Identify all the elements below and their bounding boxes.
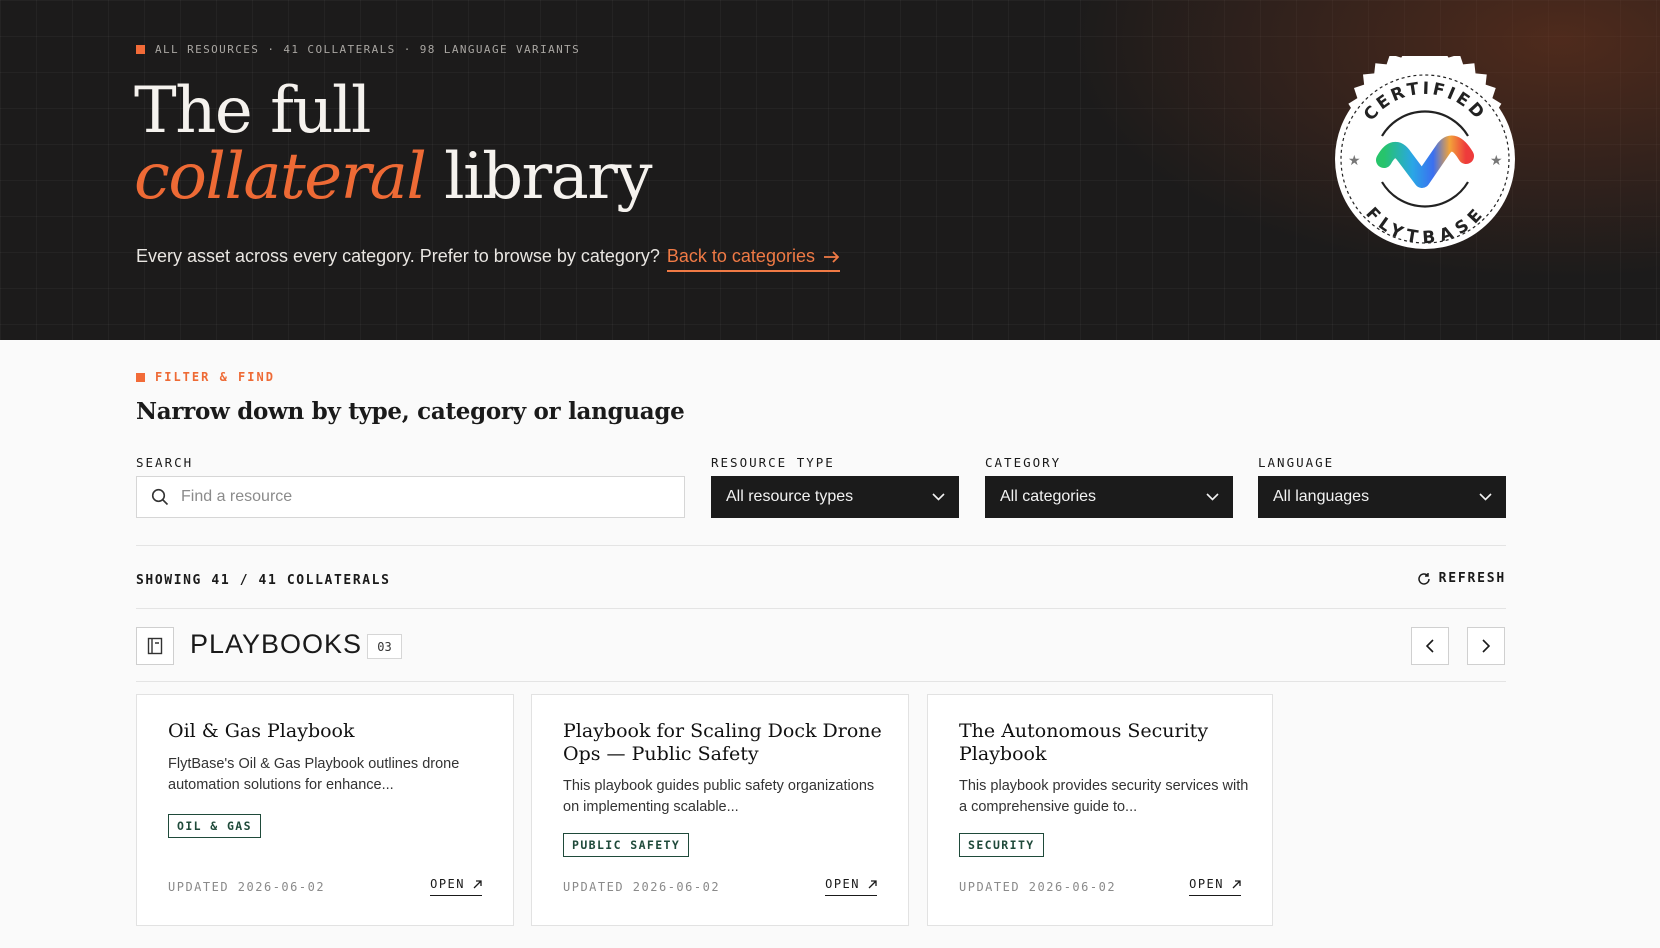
- book-icon: [147, 637, 163, 655]
- card-tag: SECURITY: [959, 833, 1044, 857]
- card-title: The Autonomous Security Playbook: [959, 720, 1209, 765]
- language-select[interactable]: All languages: [1258, 476, 1506, 518]
- search-label: SEARCH: [136, 455, 194, 470]
- hero-subtitle-text: Every asset across every category. Prefe…: [136, 246, 660, 266]
- arrow-right-icon: [823, 250, 840, 263]
- title-accent: collateral: [134, 140, 427, 214]
- carousel-prev-button[interactable]: [1411, 627, 1449, 665]
- search-icon: [151, 488, 169, 506]
- arrow-up-right-icon: [868, 879, 877, 888]
- playbooks-section-icon: [136, 627, 174, 665]
- hero-eyebrow: ALL RESOURCES · 41 COLLATERALS · 98 LANG…: [136, 43, 580, 56]
- resource-card[interactable]: Oil & Gas Playbook FlytBase's Oil & Gas …: [136, 694, 514, 926]
- category-label: CATEGORY: [985, 455, 1062, 470]
- badge-star-left-icon: ★: [1348, 152, 1361, 168]
- card-updated: UPDATED 2026-06-02: [959, 880, 1117, 894]
- chevron-down-icon: [1206, 493, 1219, 501]
- card-description: FlytBase's Oil & Gas Playbook outlines d…: [168, 756, 460, 793]
- arrow-up-right-icon: [473, 879, 482, 888]
- refresh-icon: [1417, 572, 1430, 585]
- card-title: Playbook for Scaling Dock Drone Ops — Pu…: [563, 720, 882, 765]
- hero-subtitle: Every asset across every category. Prefe…: [136, 246, 840, 272]
- carousel-next-button[interactable]: [1467, 627, 1505, 665]
- card-open-link[interactable]: OPEN: [1189, 877, 1241, 896]
- resource-type-select[interactable]: All resource types: [711, 476, 959, 518]
- language-value: All languages: [1273, 488, 1370, 505]
- search-input[interactable]: [181, 488, 661, 506]
- open-label: OPEN: [430, 877, 465, 891]
- orange-square-icon: [136, 45, 145, 54]
- language-label: LANGUAGE: [1258, 455, 1335, 470]
- chevron-right-icon: [1482, 639, 1490, 653]
- page-title: The full collateral library: [134, 78, 653, 210]
- card-description: This playbook guides public safety organ…: [563, 778, 875, 815]
- hero-banner: ALL RESOURCES · 41 COLLATERALS · 98 LANG…: [0, 0, 1660, 340]
- resource-card[interactable]: The Autonomous Security Playbook This pl…: [927, 694, 1273, 926]
- card-title: Oil & Gas Playbook: [168, 720, 355, 742]
- section-title: PLAYBOOKS: [190, 629, 363, 659]
- open-label: OPEN: [825, 877, 860, 891]
- card-open-link[interactable]: OPEN: [825, 877, 877, 896]
- back-to-categories-link[interactable]: Back to categories: [666, 246, 840, 272]
- filter-eyebrow: FILTER & FIND: [136, 370, 275, 384]
- divider: [136, 681, 1506, 682]
- chevron-down-icon: [1479, 493, 1492, 501]
- title-line1: The full: [134, 74, 371, 148]
- card-updated: UPDATED 2026-06-02: [168, 880, 326, 894]
- card-open-link[interactable]: OPEN: [430, 877, 482, 896]
- chevron-down-icon: [932, 493, 945, 501]
- chevron-left-icon: [1426, 639, 1434, 653]
- refresh-label: REFRESH: [1438, 571, 1506, 586]
- hero-eyebrow-text: ALL RESOURCES · 41 COLLATERALS · 98 LANG…: [155, 43, 581, 56]
- card-tag: PUBLIC SAFETY: [563, 833, 690, 857]
- category-value: All categories: [1000, 488, 1097, 505]
- open-label: OPEN: [1189, 877, 1224, 891]
- resource-card[interactable]: Playbook for Scaling Dock Drone Ops — Pu…: [531, 694, 909, 926]
- card-tag: OIL & GAS: [168, 814, 261, 838]
- back-link-label: Back to categories: [666, 246, 815, 266]
- section-count-badge: 03: [367, 634, 402, 659]
- card-description: This playbook provides security services…: [959, 778, 1249, 815]
- results-count: SHOWING 41 / 41 COLLATERALS: [136, 573, 391, 588]
- divider: [136, 608, 1506, 609]
- category-select[interactable]: All categories: [985, 476, 1233, 518]
- search-field[interactable]: [136, 476, 685, 518]
- arrow-up-right-icon: [1232, 879, 1241, 888]
- filter-eyebrow-text: FILTER & FIND: [155, 370, 275, 384]
- filter-title: Narrow down by type, category or languag…: [136, 398, 685, 425]
- resource-type-value: All resource types: [726, 488, 854, 505]
- divider: [136, 545, 1506, 546]
- title-rest: library: [425, 140, 652, 214]
- orange-square-icon: [136, 372, 145, 382]
- resource-type-label: RESOURCE TYPE: [711, 455, 835, 470]
- refresh-button[interactable]: REFRESH: [1417, 571, 1506, 586]
- certified-flytbase-badge: CERTIFIED FLYTBASE ★ ★: [1335, 56, 1515, 249]
- badge-star-right-icon: ★: [1490, 152, 1503, 168]
- card-updated: UPDATED 2026-06-02: [563, 880, 721, 894]
